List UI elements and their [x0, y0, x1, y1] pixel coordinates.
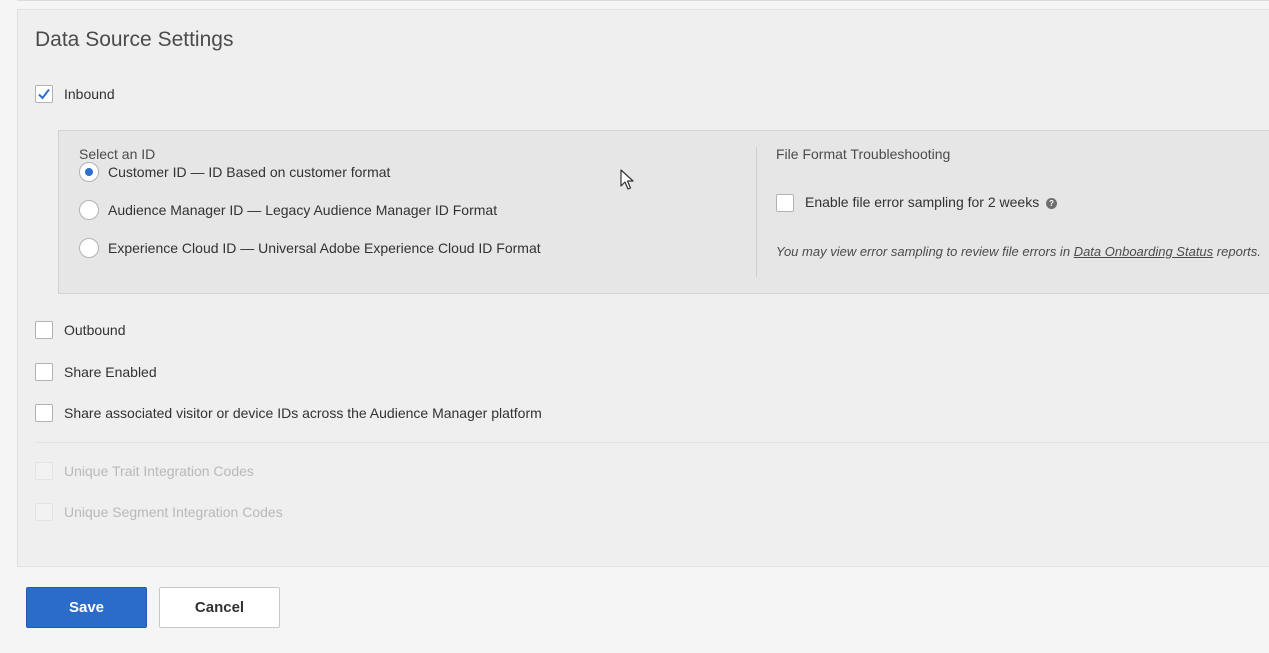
outbound-checkbox[interactable]	[35, 321, 53, 339]
unique-trait-label: Unique Trait Integration Codes	[64, 463, 254, 479]
data-onboarding-status-link[interactable]: Data Onboarding Status	[1074, 244, 1213, 259]
radio-customer-id[interactable]	[79, 162, 99, 182]
select-id-label: Select an ID	[79, 146, 156, 162]
mouse-cursor-icon	[620, 169, 634, 190]
section-divider	[756, 147, 757, 277]
inbound-checkbox[interactable]	[35, 85, 53, 103]
radio-label-audience-manager-id: Audience Manager ID — Legacy Audience Ma…	[108, 202, 498, 218]
top-divider	[17, 0, 1269, 1]
options-divider	[35, 442, 1269, 443]
radio-audience-manager-id[interactable]	[79, 200, 99, 220]
radio-label-experience-cloud-id: Experience Cloud ID — Universal Adobe Ex…	[108, 240, 541, 256]
page: Data Source Settings Inbound Select an I…	[0, 0, 1269, 653]
checkmark-icon	[38, 88, 50, 100]
radio-label-customer-id: Customer ID — ID Based on customer forma…	[108, 164, 391, 180]
share-ids-checkbox[interactable]	[35, 404, 53, 422]
share-enabled-label: Share Enabled	[64, 364, 157, 380]
error-sampling-note: You may view error sampling to review fi…	[776, 244, 1261, 259]
error-sampling-checkbox[interactable]	[776, 194, 794, 212]
help-icon[interactable]: ?	[1046, 198, 1057, 209]
outbound-label: Outbound	[64, 322, 126, 338]
save-button[interactable]: Save	[26, 587, 147, 628]
note-suffix: reports.	[1216, 244, 1261, 259]
note-prefix: You may view error sampling to review fi…	[776, 244, 1071, 259]
inbound-label: Inbound	[64, 86, 115, 102]
data-source-settings-panel: Data Source Settings Inbound Select an I…	[17, 9, 1269, 567]
panel-title: Data Source Settings	[35, 28, 234, 51]
error-sampling-label: Enable file error sampling for 2 weeks	[805, 194, 1040, 210]
file-format-troubleshooting-title: File Format Troubleshooting	[776, 146, 951, 162]
unique-segment-label: Unique Segment Integration Codes	[64, 504, 283, 520]
radio-experience-cloud-id[interactable]	[79, 238, 99, 258]
cancel-button[interactable]: Cancel	[159, 587, 280, 628]
share-ids-label: Share associated visitor or device IDs a…	[64, 405, 542, 421]
unique-segment-checkbox	[35, 503, 53, 521]
inbound-options-box: Select an ID Customer ID — ID Based on c…	[58, 130, 1269, 294]
unique-trait-checkbox	[35, 462, 53, 480]
share-enabled-checkbox[interactable]	[35, 363, 53, 381]
